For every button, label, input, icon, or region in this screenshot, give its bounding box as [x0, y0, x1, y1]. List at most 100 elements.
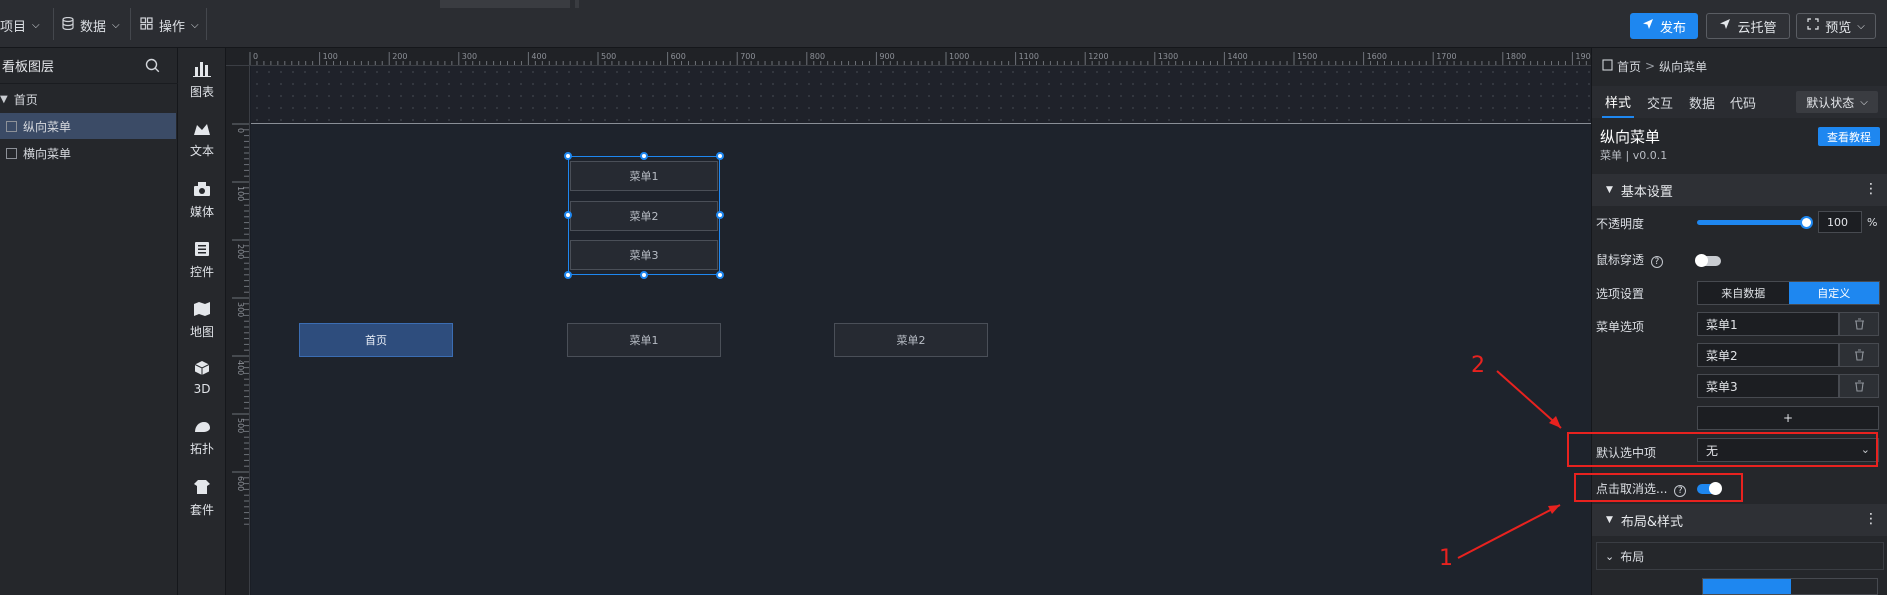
tab-data[interactable]: 数据: [1686, 86, 1718, 118]
resize-handle[interactable]: [716, 211, 724, 219]
page-icon: ▼: [0, 93, 8, 105]
component-category-control[interactable]: 控件: [178, 234, 226, 286]
delete-option-button-1[interactable]: [1839, 312, 1879, 336]
layout-mode-active[interactable]: [1703, 579, 1791, 594]
toolbar-divider: [53, 8, 54, 40]
resize-handle[interactable]: [716, 271, 724, 279]
preview-button[interactable]: 预览 ⌵: [1796, 13, 1876, 39]
annotation-label-2: 2: [1471, 353, 1485, 378]
opacity-input[interactable]: 100: [1818, 211, 1862, 233]
component-category-map[interactable]: 地图: [178, 294, 226, 346]
text-icon: [193, 122, 211, 139]
component-name: 纵向菜单: [1600, 128, 1661, 146]
help-icon[interactable]: ?: [1650, 256, 1663, 268]
component-category-kit[interactable]: 套件: [178, 472, 226, 524]
menu-option-input-1[interactable]: 菜单1: [1697, 312, 1839, 336]
chevron-down-icon: ⌵: [1857, 20, 1865, 32]
opacity-value: 100: [1827, 215, 1848, 229]
canvas-offscreen-area: [251, 66, 1591, 124]
state-select[interactable]: 默认状态 ⌵: [1796, 91, 1878, 113]
ruler-tick-label: 300: [462, 52, 477, 61]
ruler-tick-label: 1600: [1367, 52, 1387, 61]
ruler-tick-label: 200: [236, 244, 245, 259]
layer-item-vertical-menu[interactable]: 纵向菜单: [0, 113, 176, 139]
component-category-text[interactable]: 文本: [178, 114, 226, 166]
layer-item-label: 纵向菜单: [23, 119, 72, 134]
section-title: 基本设置: [1620, 184, 1673, 200]
menu-operation[interactable]: 操作 ⌵: [140, 14, 199, 36]
component-category-label: 文本: [189, 143, 214, 158]
search-icon[interactable]: [145, 58, 160, 77]
subsection-layout[interactable]: ⌄ 布局: [1596, 542, 1884, 570]
resize-handle[interactable]: [564, 152, 572, 160]
more-icon[interactable]: ⋮: [1864, 182, 1878, 196]
mouse-through-toggle[interactable]: [1695, 254, 1721, 267]
resize-handle[interactable]: [640, 271, 648, 279]
toggle-knob: [1695, 254, 1708, 267]
tutorial-button[interactable]: 查看教程: [1818, 127, 1880, 146]
component-category-chart[interactable]: 图表: [178, 54, 226, 106]
horizontal-menu-item-home[interactable]: 首页: [299, 323, 453, 357]
breadcrumb-home[interactable]: 首页: [1617, 58, 1641, 75]
menu-item-label: 菜单1: [629, 170, 659, 183]
opacity-slider[interactable]: [1697, 220, 1807, 225]
chart-icon: [193, 61, 211, 80]
option-source-from-data[interactable]: 来自数据: [1698, 282, 1789, 304]
topology-icon: [193, 420, 211, 437]
ruler-tick-label: 500: [601, 52, 616, 61]
chevron-down-icon: ⌵: [1860, 96, 1868, 108]
layer-item-horizontal-menu[interactable]: 横向菜单: [0, 140, 176, 166]
resize-handle[interactable]: [716, 152, 724, 160]
resize-handle[interactable]: [640, 152, 648, 160]
layout-mode-segment[interactable]: [1702, 578, 1878, 595]
publish-button[interactable]: 发布: [1630, 13, 1698, 39]
caret-down-icon: ▼: [1606, 185, 1613, 195]
option-source-custom[interactable]: 自定义: [1788, 282, 1879, 304]
delete-option-button-2[interactable]: [1839, 343, 1879, 367]
component-category-label: 套件: [189, 502, 214, 517]
component-category-topology[interactable]: 拓扑: [178, 412, 226, 464]
vertical-menu-item-1[interactable]: 菜单1: [570, 161, 718, 191]
opacity-slider-thumb[interactable]: [1800, 216, 1813, 229]
cloud-hosting-button[interactable]: 云托管: [1706, 13, 1790, 39]
vertical-menu-item-2[interactable]: 菜单2: [570, 201, 718, 231]
tab-style[interactable]: 样式: [1602, 86, 1634, 118]
menu-option-input-3[interactable]: 菜单3: [1697, 374, 1839, 398]
ruler-horizontal: 0 100 200 300 400 500 600 700 800 900 1000 1100 1200…: [226, 48, 1591, 66]
section-layout-style[interactable]: ▼ 布局&样式 ⋮: [1592, 504, 1887, 536]
component-category-media[interactable]: 媒体: [178, 174, 226, 226]
add-option-button[interactable]: +: [1697, 406, 1879, 430]
section-basic-settings[interactable]: ▼ 基本设置 ⋮: [1592, 174, 1887, 206]
vertical-menu-item-3[interactable]: 菜单3: [570, 240, 718, 270]
menu-data[interactable]: 数据 ⌵: [62, 14, 120, 36]
resize-handle[interactable]: [564, 271, 572, 279]
tab-code[interactable]: 代码: [1727, 86, 1759, 118]
ruler-tick-label: 800: [810, 52, 825, 61]
ruler-tick-label: 700: [740, 52, 755, 61]
layer-item-label: 首页: [13, 92, 38, 107]
database-icon: [62, 16, 74, 34]
layer-item-page[interactable]: ▼ 首页: [0, 86, 176, 112]
tab-label: 数据: [1688, 96, 1715, 112]
component-category-label: 3D: [193, 382, 211, 396]
resize-handle[interactable]: [564, 211, 572, 219]
mouse-through-row: 鼠标穿透 ?: [1596, 251, 1663, 268]
more-icon[interactable]: ⋮: [1864, 512, 1878, 526]
ruler-tick-label: 1900: [1575, 52, 1591, 61]
grid-icon: [140, 16, 153, 34]
ruler-tick-label: 400: [531, 52, 546, 61]
publish-label: 发布: [1659, 20, 1686, 36]
segment-label: 来自数据: [1721, 287, 1766, 300]
horizontal-menu-item-2[interactable]: 菜单2: [834, 323, 988, 357]
delete-option-button-3[interactable]: [1839, 374, 1879, 398]
ruler-tick-label: 900: [879, 52, 894, 61]
component-icon: [6, 147, 17, 159]
menu-option-input-2[interactable]: 菜单2: [1697, 343, 1839, 367]
menu-project[interactable]: 项目 ⌵: [0, 14, 40, 36]
design-canvas[interactable]: 菜单1 菜单2 菜单3 首页 菜单1 菜单2: [251, 66, 1591, 595]
component-category-3d[interactable]: 3D: [178, 352, 226, 404]
horizontal-menu-item-1[interactable]: 菜单1: [567, 323, 721, 357]
tab-interaction[interactable]: 交互: [1644, 86, 1676, 118]
menu-item-label: 菜单2: [896, 334, 926, 347]
menu-operation-label: 操作: [159, 19, 186, 35]
